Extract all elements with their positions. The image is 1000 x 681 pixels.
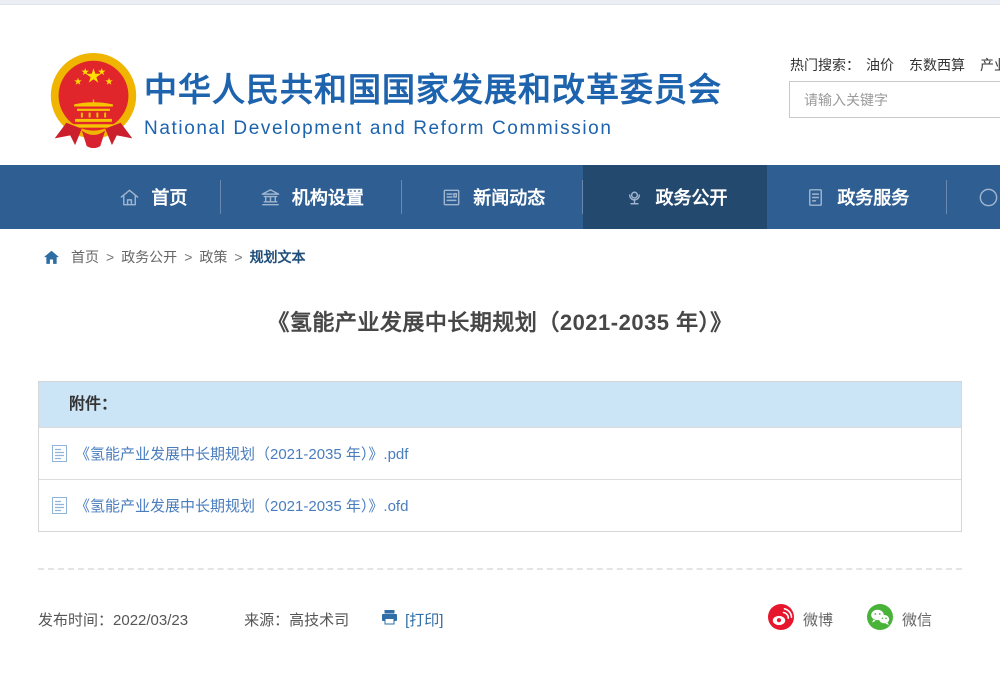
nav-item-label: 新闻动态 xyxy=(473,184,545,210)
print-button[interactable]: [打印] xyxy=(381,609,443,630)
weibo-label: 微博 xyxy=(803,609,833,630)
nav-item-label: 机构设置 xyxy=(292,184,364,210)
breadcrumb-item-policy[interactable]: 政策 xyxy=(199,247,227,267)
attachment-row: 《氢能产业发展中长期规划（2021-2035 年）》.pdf xyxy=(39,427,961,479)
publish-time: 发布时间：2022/03/23 xyxy=(38,609,188,630)
site-title-chinese: 中华人民共和国国家发展和改革委员会 xyxy=(144,63,722,111)
nav-item-label: 政务公开 xyxy=(656,184,728,210)
page-title: 《氢能产业发展中长期规划（2021-2035 年）》 xyxy=(0,305,1000,337)
site-header: 中华人民共和国国家发展和改革委员会 National Development a… xyxy=(0,5,1000,165)
nav-item-home[interactable]: 首页 xyxy=(85,165,221,229)
share-wechat-button[interactable]: 微信 xyxy=(867,604,932,634)
file-icon xyxy=(52,445,67,462)
news-icon xyxy=(440,186,463,209)
breadcrumb: 首页 > 政务公开 > 政策 > 规划文本 xyxy=(0,229,1000,267)
breadcrumb-home-icon[interactable] xyxy=(42,248,61,267)
nav-item-partial[interactable] xyxy=(947,165,1000,229)
broadcast-icon xyxy=(623,186,646,209)
document-icon xyxy=(804,186,827,209)
breadcrumb-item-open-government[interactable]: 政务公开 xyxy=(121,247,177,267)
source-label: 来源： xyxy=(244,612,289,629)
breadcrumb-separator: > xyxy=(234,249,242,265)
article-meta-bar: 发布时间：2022/03/23 来源：高技术司 [打印] 微博 微信 xyxy=(38,604,962,634)
hot-search-term-east-data[interactable]: 东数西算 xyxy=(909,57,965,73)
printer-icon xyxy=(381,609,398,629)
attachment-link-ofd[interactable]: 《氢能产业发展中长期规划（2021-2035 年）》.ofd xyxy=(75,495,408,516)
nav-item-news[interactable]: 新闻动态 xyxy=(402,165,583,229)
hot-search-term-industry[interactable]: 产业 xyxy=(980,57,1000,73)
home-icon xyxy=(118,186,141,209)
nav-item-label: 首页 xyxy=(151,184,187,210)
search-input[interactable] xyxy=(790,82,1000,117)
breadcrumb-item-home[interactable]: 首页 xyxy=(71,247,99,267)
wechat-label: 微信 xyxy=(902,609,932,630)
publish-time-value: 2022/03/23 xyxy=(113,612,188,629)
dashed-divider xyxy=(38,568,962,570)
source-value: 高技术司 xyxy=(289,612,349,629)
nav-item-org-setup[interactable]: 机构设置 xyxy=(221,165,402,229)
hot-search-bar: 热门搜索： 油价东数西算产业 xyxy=(790,55,1000,75)
attachment-row: 《氢能产业发展中长期规划（2021-2035 年）》.ofd xyxy=(39,479,961,531)
breadcrumb-item-planning-text: 规划文本 xyxy=(250,247,306,267)
wechat-icon xyxy=(867,604,893,634)
site-title-english: National Development and Reform Commissi… xyxy=(144,118,722,140)
share-weibo-button[interactable]: 微博 xyxy=(768,604,833,634)
attachment-link-pdf[interactable]: 《氢能产业发展中长期规划（2021-2035 年）》.pdf xyxy=(75,443,408,464)
attachments-header: 附件： xyxy=(39,382,961,427)
circle-icon xyxy=(977,186,1000,209)
publish-time-label: 发布时间： xyxy=(38,612,113,629)
institution-icon xyxy=(259,186,282,209)
nav-item-label: 政务服务 xyxy=(837,184,909,210)
source: 来源：高技术司 xyxy=(244,609,349,630)
share-bar: 微博 微信 xyxy=(768,604,962,634)
breadcrumb-separator: > xyxy=(106,249,114,265)
national-emblem-logo xyxy=(45,51,142,150)
hot-search-label: 热门搜索： xyxy=(790,57,860,73)
print-label: [打印] xyxy=(405,609,443,630)
attachments-box: 附件： 《氢能产业发展中长期规划（2021-2035 年）》.pdf 《氢能产业… xyxy=(38,381,962,532)
nav-item-government-services[interactable]: 政务服务 xyxy=(767,165,947,229)
nav-item-open-government[interactable]: 政务公开 xyxy=(583,165,766,229)
file-icon xyxy=(52,497,67,514)
breadcrumb-separator: > xyxy=(184,249,192,265)
site-branding: 中华人民共和国国家发展和改革委员会 National Development a… xyxy=(144,63,722,140)
main-navigation: 首页 机构设置 新闻动态 政务公开 政务服务 xyxy=(0,165,1000,229)
site-search-box xyxy=(789,81,1000,118)
hot-search-term-oil-price[interactable]: 油价 xyxy=(866,57,894,73)
weibo-icon xyxy=(768,604,794,634)
